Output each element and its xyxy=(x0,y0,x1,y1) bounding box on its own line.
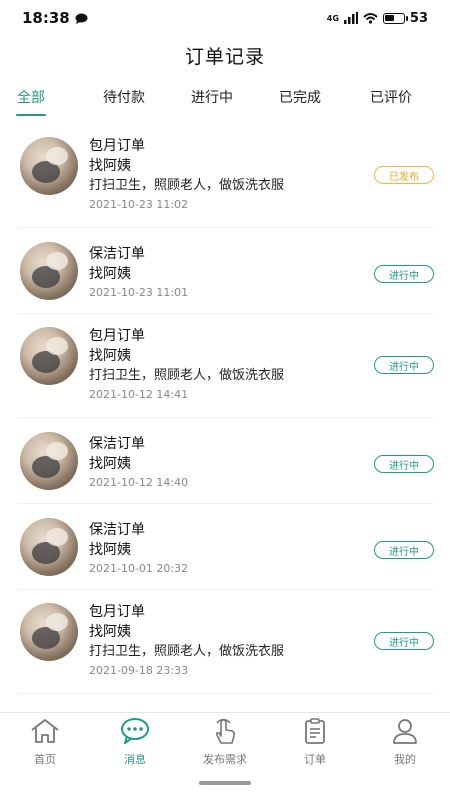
order-desc: 打扫卫生，照顾老人，做饭洗衣服 xyxy=(89,368,285,383)
status-time: 18:38 xyxy=(22,9,70,27)
order-type: 保洁订单 xyxy=(89,246,145,262)
nav-label: 首页 xyxy=(34,753,56,766)
clipboard-icon xyxy=(299,717,331,749)
order-tabs: 全部 待付款 进行中 已完成 已评价 xyxy=(0,82,450,118)
order-time: 2021-10-23 11:01 xyxy=(89,286,189,299)
status-badge[interactable]: 进行中 xyxy=(374,455,434,473)
order-texts: 保洁订单找阿姨 2021-10-23 11:01 xyxy=(89,244,188,302)
order-texts: 保洁订单找阿姨 2021-10-01 20:32 xyxy=(89,520,188,578)
nav-chat[interactable]: 消息 xyxy=(90,717,180,769)
active-tab-indicator xyxy=(16,114,46,116)
tap-hand-icon xyxy=(209,717,241,749)
tab-0[interactable]: 全部 xyxy=(16,82,46,118)
status-badge[interactable]: 进行中 xyxy=(374,541,434,559)
status-badge[interactable]: 进行中 xyxy=(374,265,434,283)
order-item[interactable]: 保洁订单找阿姨 2021-10-23 11:01 进行中 xyxy=(18,228,434,314)
tab-label: 已评价 xyxy=(370,90,412,106)
status-bar: 18:38 4G 53 xyxy=(0,0,450,36)
avatar xyxy=(20,432,78,490)
order-item[interactable]: 保洁订单找阿姨 2021-10-12 14:40 进行中 xyxy=(18,418,434,504)
nav-label: 发布需求 xyxy=(203,753,247,766)
order-texts: 保洁订单找阿姨 2021-10-12 14:40 xyxy=(89,434,188,492)
order-list: 包月订单 找阿姨 打扫卫生，照顾老人，做饭洗衣服 2021-10-23 11:02 已发… xyxy=(18,124,434,694)
order-texts: 包月订单找阿姨打扫卫生，照顾老人，做饭洗衣服 2021-09-18 23:33 xyxy=(89,602,284,680)
status-right: 4G 53 xyxy=(327,11,428,26)
tab-label: 已完成 xyxy=(279,90,321,106)
order-item[interactable]: 保洁订单找阿姨 2021-10-01 20:32 进行中 xyxy=(18,504,434,590)
order-texts: 包月订单找阿姨打扫卫生，照顾老人，做饭洗衣服 2021-10-12 14:41 xyxy=(89,326,284,404)
order-item[interactable]: 包月订单找阿姨打扫卫生，照顾老人，做饭洗衣服 2021-10-23 11:02 已发… xyxy=(18,124,434,228)
order-texts: 包月订单找阿姨打扫卫生，照顾老人，做饭洗衣服 2021-10-23 11:02 xyxy=(89,136,284,214)
tab-1[interactable]: 待付款 xyxy=(103,82,145,118)
nav-user[interactable]: 我的 xyxy=(360,717,450,769)
order-time: 2021-10-01 20:32 xyxy=(89,562,189,575)
order-item[interactable]: 包月订单找阿姨打扫卫生，照顾老人，做饭洗衣服 2021-09-18 23:33 进行… xyxy=(18,590,434,694)
avatar xyxy=(20,518,78,576)
order-name: 找阿姨 xyxy=(89,348,131,364)
network-type: 4G xyxy=(326,13,339,23)
order-name: 找阿姨 xyxy=(89,542,131,558)
order-time: 2021-10-12 14:40 xyxy=(89,476,189,489)
order-name: 找阿姨 xyxy=(89,158,131,174)
order-name: 找阿姨 xyxy=(89,624,131,640)
user-icon xyxy=(389,717,421,749)
tab-label: 进行中 xyxy=(191,90,233,106)
order-item[interactable]: 包月订单找阿姨打扫卫生，照顾老人，做饭洗衣服 2021-10-12 14:41 进行… xyxy=(18,314,434,418)
order-time: 2021-10-23 11:02 xyxy=(89,198,189,211)
status-badge[interactable]: 已发布 xyxy=(374,166,434,184)
nav-label: 我的 xyxy=(394,753,416,766)
home-icon xyxy=(29,717,61,749)
battery-icon xyxy=(382,12,408,24)
order-desc: 打扫卫生，照顾老人，做饭洗衣服 xyxy=(89,178,285,193)
header: 订单记录 xyxy=(0,36,450,74)
order-type: 包月订单 xyxy=(89,328,145,344)
tab-2[interactable]: 进行中 xyxy=(191,82,233,118)
home-indicator[interactable] xyxy=(199,781,251,785)
avatar xyxy=(20,137,78,195)
wifi-icon xyxy=(363,13,378,24)
nav-clipboard[interactable]: 订单 xyxy=(270,717,360,769)
order-time: 2021-09-18 23:33 xyxy=(89,664,189,677)
tab-label: 全部 xyxy=(17,90,45,106)
tab-4[interactable]: 已评价 xyxy=(370,82,412,118)
order-type: 包月订单 xyxy=(89,138,145,154)
status-badge[interactable]: 进行中 xyxy=(374,356,434,374)
order-desc: 打扫卫生，照顾老人，做饭洗衣服 xyxy=(89,644,285,659)
chat-icon xyxy=(119,717,151,749)
order-type: 保洁订单 xyxy=(89,436,145,452)
avatar xyxy=(20,242,78,300)
nav-label: 订单 xyxy=(304,753,326,766)
avatar xyxy=(20,327,78,385)
status-badge[interactable]: 进行中 xyxy=(374,632,434,650)
order-time: 2021-10-12 14:41 xyxy=(89,388,189,401)
nav-tap-hand[interactable]: 发布需求 xyxy=(180,717,270,769)
order-type: 包月订单 xyxy=(89,604,145,620)
nav-home[interactable]: 首页 xyxy=(0,717,90,769)
nav-label: 消息 xyxy=(124,753,146,766)
bottom-nav: 首页 消息 发布需求 订单 我的 xyxy=(0,712,450,770)
tab-label: 待付款 xyxy=(103,90,145,106)
order-name: 找阿姨 xyxy=(89,456,131,472)
message-notification-icon xyxy=(75,13,88,24)
order-name: 找阿姨 xyxy=(89,266,131,282)
status-left: 18:38 xyxy=(22,9,88,27)
battery-percent: 53 xyxy=(409,10,428,26)
page-title: 订单记录 xyxy=(184,45,265,68)
avatar xyxy=(20,603,78,661)
signal-icon xyxy=(343,12,358,24)
tab-3[interactable]: 已完成 xyxy=(279,82,321,118)
order-type: 保洁订单 xyxy=(89,522,145,538)
